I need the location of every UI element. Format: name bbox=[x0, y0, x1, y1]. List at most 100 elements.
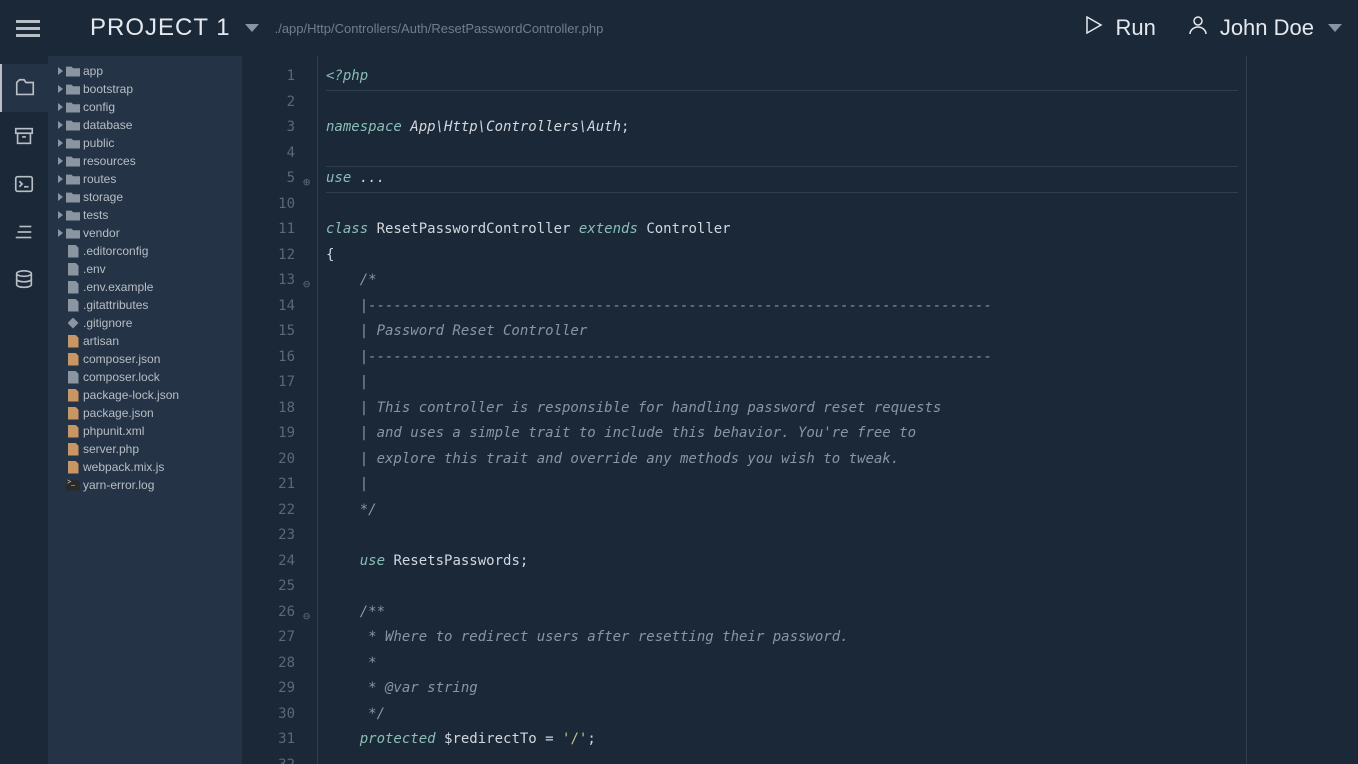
expand-arrow-icon[interactable] bbox=[58, 103, 63, 111]
tree-item-vendor[interactable]: vendor bbox=[48, 224, 242, 242]
rail-terminal[interactable] bbox=[0, 160, 48, 208]
code-line[interactable]: | This controller is responsible for han… bbox=[318, 396, 1246, 422]
expand-arrow-icon[interactable] bbox=[58, 85, 63, 93]
tree-item-.gitignore[interactable]: .gitignore bbox=[48, 314, 242, 332]
code-line[interactable]: | and uses a simple trait to include thi… bbox=[318, 421, 1246, 447]
code-line[interactable]: /** bbox=[318, 600, 1246, 626]
line-number: 30 bbox=[242, 702, 295, 728]
fold-column[interactable]: ⊕⊖⊖ bbox=[307, 56, 317, 764]
file-icon bbox=[66, 353, 80, 365]
gutter: 1234510111213141516171819202122232425262… bbox=[242, 56, 307, 764]
code-line[interactable]: | Password Reset Controller bbox=[318, 319, 1246, 345]
expand-arrow-icon[interactable] bbox=[58, 67, 63, 75]
tree-item-package-lock.json[interactable]: package-lock.json bbox=[48, 386, 242, 404]
expand-arrow-icon[interactable] bbox=[58, 229, 63, 237]
tree-item-label: resources bbox=[83, 154, 136, 168]
tree-item-.editorconfig[interactable]: .editorconfig bbox=[48, 242, 242, 260]
tree-item-storage[interactable]: storage bbox=[48, 188, 242, 206]
run-label: Run bbox=[1115, 15, 1155, 41]
tree-item-.env.example[interactable]: .env.example bbox=[48, 278, 242, 296]
tree-item-tests[interactable]: tests bbox=[48, 206, 242, 224]
tree-item-bootstrap[interactable]: bootstrap bbox=[48, 80, 242, 98]
tree-item-label: .editorconfig bbox=[83, 244, 148, 258]
code-line[interactable] bbox=[318, 192, 1246, 218]
rail-files[interactable] bbox=[0, 64, 48, 112]
fold-toggle-icon[interactable]: ⊕ bbox=[303, 170, 310, 196]
code-line[interactable]: | bbox=[318, 370, 1246, 396]
file-icon bbox=[66, 335, 80, 347]
code-line[interactable]: */ bbox=[318, 498, 1246, 524]
fold-toggle-icon[interactable]: ⊖ bbox=[303, 272, 310, 298]
tree-item-config[interactable]: config bbox=[48, 98, 242, 116]
tree-item-package.json[interactable]: package.json bbox=[48, 404, 242, 422]
tree-item-.gitattributes[interactable]: .gitattributes bbox=[48, 296, 242, 314]
code-line[interactable]: protected $redirectTo = '/'; bbox=[318, 727, 1246, 753]
tree-item-resources[interactable]: resources bbox=[48, 152, 242, 170]
expand-arrow-icon[interactable] bbox=[58, 211, 63, 219]
tree-item-composer.lock[interactable]: composer.lock bbox=[48, 368, 242, 386]
code-line[interactable]: { bbox=[318, 243, 1246, 269]
expand-arrow-icon[interactable] bbox=[58, 175, 63, 183]
code-area[interactable]: <?php namespace App\Http\Controllers\Aut… bbox=[317, 56, 1247, 764]
code-line[interactable]: use ResetsPasswords; bbox=[318, 549, 1246, 575]
expand-arrow-icon[interactable] bbox=[58, 139, 63, 147]
project-title[interactable]: PROJECT 1 bbox=[90, 14, 231, 42]
section-divider bbox=[326, 90, 1238, 91]
line-number: 21 bbox=[242, 472, 295, 498]
tree-item-artisan[interactable]: artisan bbox=[48, 332, 242, 350]
rail-logs[interactable] bbox=[0, 208, 48, 256]
code-line[interactable]: |---------------------------------------… bbox=[318, 345, 1246, 371]
tree-item-public[interactable]: public bbox=[48, 134, 242, 152]
code-line[interactable] bbox=[318, 90, 1246, 116]
tree-item-label: bootstrap bbox=[83, 82, 133, 96]
run-button[interactable]: Run bbox=[1081, 13, 1155, 43]
code-line[interactable] bbox=[318, 523, 1246, 549]
play-icon bbox=[1081, 13, 1105, 43]
tree-item-webpack.mix.js[interactable]: webpack.mix.js bbox=[48, 458, 242, 476]
code-line[interactable]: <?php bbox=[318, 64, 1246, 90]
tree-item-app[interactable]: app bbox=[48, 62, 242, 80]
code-line[interactable]: | explore this trait and override any me… bbox=[318, 447, 1246, 473]
user-menu[interactable]: John Doe bbox=[1186, 13, 1342, 43]
code-line[interactable]: class ResetPasswordController extends Co… bbox=[318, 217, 1246, 243]
code-line[interactable] bbox=[318, 753, 1246, 764]
code-line[interactable]: | bbox=[318, 472, 1246, 498]
file-icon bbox=[66, 407, 80, 419]
rail-database[interactable] bbox=[0, 256, 48, 304]
code-line[interactable]: * Where to redirect users after resettin… bbox=[318, 625, 1246, 651]
code-line[interactable]: |---------------------------------------… bbox=[318, 294, 1246, 320]
code-line[interactable] bbox=[318, 141, 1246, 167]
code-line[interactable]: namespace App\Http\Controllers\Auth; bbox=[318, 115, 1246, 141]
line-number: 17 bbox=[242, 370, 295, 396]
tree-item-phpunit.xml[interactable]: phpunit.xml bbox=[48, 422, 242, 440]
line-number: 11 bbox=[242, 217, 295, 243]
code-line[interactable]: use ... bbox=[318, 166, 1246, 192]
expand-arrow-icon[interactable] bbox=[58, 157, 63, 165]
line-number: 15 bbox=[242, 319, 295, 345]
fold-toggle-icon[interactable]: ⊖ bbox=[303, 604, 310, 630]
tree-item-.env[interactable]: .env bbox=[48, 260, 242, 278]
line-number: 20 bbox=[242, 447, 295, 473]
expand-arrow-icon[interactable] bbox=[58, 193, 63, 201]
code-line[interactable] bbox=[318, 574, 1246, 600]
code-line[interactable]: * @var string bbox=[318, 676, 1246, 702]
file-tree[interactable]: app bootstrap configdatabasepublic resource… bbox=[48, 56, 242, 764]
rail-archive[interactable] bbox=[0, 112, 48, 160]
menu-button[interactable] bbox=[16, 20, 40, 37]
tree-item-composer.json[interactable]: composer.json bbox=[48, 350, 242, 368]
tree-item-label: phpunit.xml bbox=[83, 424, 144, 438]
tree-item-server.php[interactable]: server.php bbox=[48, 440, 242, 458]
line-number: 14 bbox=[242, 294, 295, 320]
tree-item-yarn-error.log[interactable]: yarn-error.log bbox=[48, 476, 242, 494]
file-icon bbox=[66, 425, 80, 437]
code-line[interactable]: */ bbox=[318, 702, 1246, 728]
line-number: 4 bbox=[242, 141, 295, 167]
project-chevron-icon[interactable] bbox=[245, 24, 259, 32]
line-number: 10 bbox=[242, 192, 295, 218]
code-line[interactable]: * bbox=[318, 651, 1246, 677]
expand-arrow-icon[interactable] bbox=[58, 121, 63, 129]
code-line[interactable]: /* bbox=[318, 268, 1246, 294]
tree-item-database[interactable]: database bbox=[48, 116, 242, 134]
tree-item-routes[interactable]: routes bbox=[48, 170, 242, 188]
editor[interactable]: 1234510111213141516171819202122232425262… bbox=[242, 56, 1358, 764]
